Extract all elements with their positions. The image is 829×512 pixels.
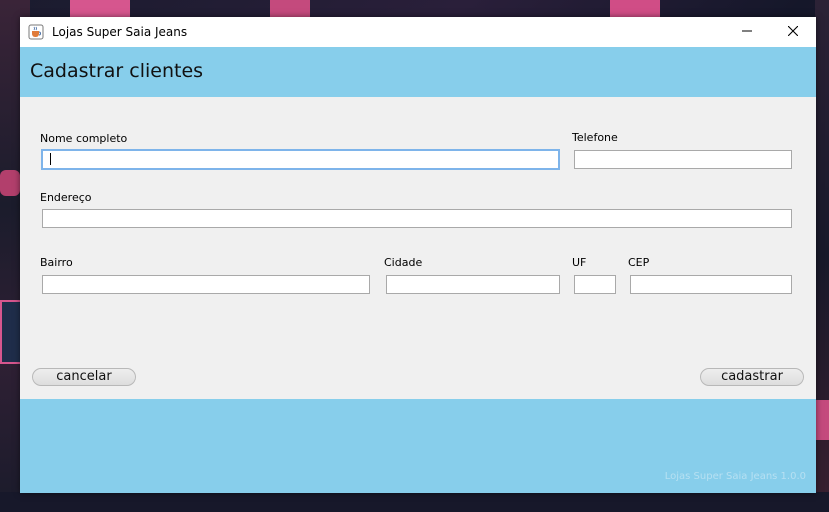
wallpaper-neon-sign bbox=[610, 0, 660, 17]
version-label: Lojas Super Saia Jeans 1.0.0 bbox=[664, 471, 806, 482]
cidade-field[interactable] bbox=[386, 275, 560, 294]
wallpaper-neon-sign bbox=[815, 400, 829, 440]
wallpaper-neon-sign bbox=[270, 0, 310, 17]
wallpaper-neon-sign bbox=[0, 300, 22, 364]
telefone-label: Telefone bbox=[572, 131, 618, 144]
cidade-label: Cidade bbox=[384, 256, 423, 269]
cancel-button[interactable]: cancelar bbox=[32, 368, 136, 386]
java-cup-icon bbox=[28, 24, 44, 40]
app-window: Lojas Super Saia Jeans Cadastrar cliente… bbox=[20, 17, 816, 493]
endereco-label: Endereço bbox=[40, 191, 92, 204]
uf-label: UF bbox=[572, 256, 587, 269]
bairro-field[interactable] bbox=[42, 275, 370, 294]
header-band: Cadastrar clientes bbox=[20, 47, 816, 97]
minimize-icon bbox=[742, 24, 752, 40]
page-title: Cadastrar clientes bbox=[30, 60, 204, 82]
desktop-bottom-strip bbox=[0, 492, 829, 512]
nome-label: Nome completo bbox=[40, 132, 128, 145]
text-caret bbox=[50, 153, 51, 165]
cep-label: CEP bbox=[628, 256, 650, 269]
close-button[interactable] bbox=[770, 17, 816, 47]
window-controls bbox=[724, 17, 816, 47]
bairro-label: Bairro bbox=[40, 256, 73, 269]
telefone-field[interactable] bbox=[574, 150, 792, 169]
submit-button[interactable]: cadastrar bbox=[700, 368, 804, 386]
window-titlebar[interactable]: Lojas Super Saia Jeans bbox=[20, 17, 816, 47]
client-form: Nome completo Telefone Endereço Bairro C… bbox=[20, 97, 816, 399]
footer-band: Lojas Super Saia Jeans 1.0.0 bbox=[20, 399, 816, 493]
wallpaper-neon-sign bbox=[0, 170, 20, 196]
uf-field[interactable] bbox=[574, 275, 616, 294]
window-title: Lojas Super Saia Jeans bbox=[52, 25, 188, 39]
minimize-button[interactable] bbox=[724, 17, 770, 47]
cep-field[interactable] bbox=[630, 275, 792, 294]
endereco-field[interactable] bbox=[42, 209, 792, 228]
close-icon bbox=[787, 24, 799, 40]
wallpaper-neon-sign bbox=[70, 0, 130, 17]
nome-field[interactable] bbox=[41, 149, 560, 170]
